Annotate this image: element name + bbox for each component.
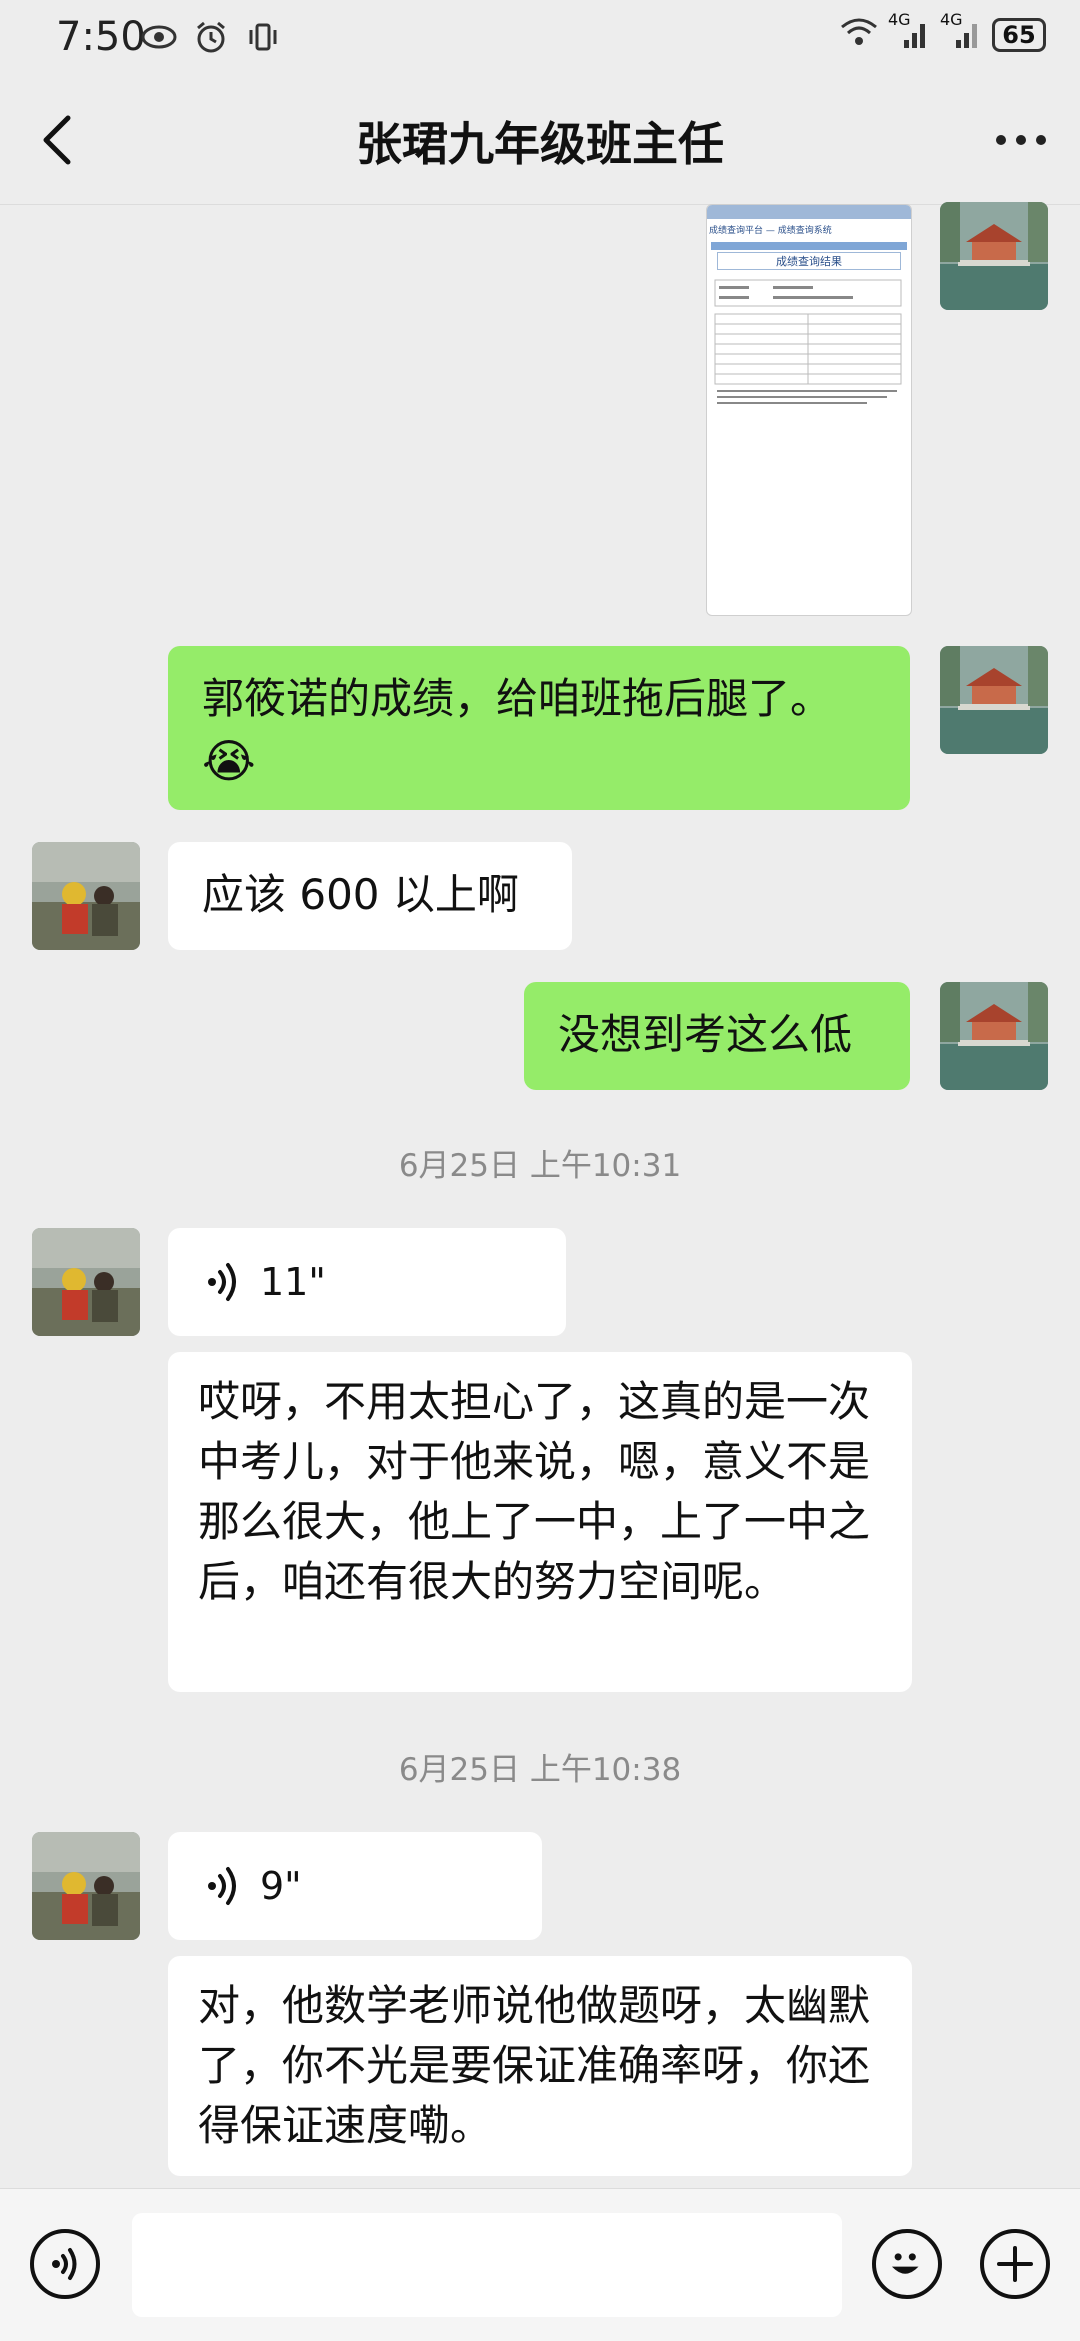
add-button[interactable] — [980, 2229, 1050, 2299]
avatar[interactable] — [940, 202, 1048, 310]
message-bubble-incoming[interactable]: 对，他数学老师说他做题呀，太幽默了，你不光是要保证准确率呀，你还得保证速度嘞。 — [168, 1956, 912, 2176]
crying-emoji-icon: 😭 — [202, 734, 256, 788]
pavilion-avatar-icon — [940, 646, 1048, 754]
people-avatar-icon — [32, 1228, 140, 1336]
message-text: 对，他数学老师说他做题呀，太幽默了，你不光是要保证准确率呀，你还得保证速度嘞。 — [198, 1981, 871, 2150]
signal-1: 4G — [888, 10, 930, 54]
image-topbar — [707, 205, 911, 219]
more-options-button[interactable] — [986, 108, 1056, 172]
status-icons — [140, 18, 282, 56]
voice-input-button[interactable] — [30, 2229, 100, 2299]
message-text: 没想到考这么低 — [558, 1010, 853, 1059]
image-card-title: 成绩查询结果 — [717, 252, 901, 270]
status-right: 4G 4G 65 — [840, 10, 1046, 54]
network-label-2: 4G — [940, 10, 963, 29]
avatar[interactable] — [32, 1832, 140, 1940]
alarm-icon — [192, 18, 230, 56]
timestamp: 6月25日 上午10:38 — [398, 1752, 682, 1788]
pavilion-avatar-icon — [940, 982, 1048, 1090]
voice-message[interactable]: 11" — [168, 1228, 566, 1336]
signal-2: 4G — [940, 10, 982, 54]
eye-icon — [140, 18, 178, 56]
timestamp: 6月25日 上午10:31 — [398, 1148, 682, 1184]
smiley-icon — [891, 2253, 919, 2274]
more-icon — [996, 135, 1006, 145]
chat-header: 张珺九年级班主任 — [0, 78, 1080, 205]
message-input[interactable] — [132, 2213, 842, 2317]
emoji-button[interactable] — [872, 2229, 942, 2299]
people-avatar-icon — [32, 1832, 140, 1940]
more-icon-dot — [1036, 135, 1046, 145]
people-avatar-icon — [32, 842, 140, 950]
battery-indicator: 65 — [992, 18, 1046, 52]
voice-message[interactable]: 9" — [168, 1832, 542, 1940]
shared-image[interactable]: 成绩查询平台 — 成绩查询系统 成绩查询结果 — [706, 204, 912, 616]
score-table-graphic — [714, 279, 902, 404]
chat-title: 张珺九年级班主任 — [356, 117, 724, 171]
status-time: 7:50 — [56, 14, 146, 60]
status-bar: 7:50 4G 4G 65 — [0, 0, 1080, 78]
vibrate-icon — [244, 18, 282, 56]
voice-duration: 9" — [260, 1864, 302, 1908]
avatar[interactable] — [940, 982, 1048, 1090]
voice-icon — [52, 2248, 77, 2280]
input-bar — [0, 2188, 1080, 2341]
more-icon-dot — [1016, 135, 1026, 145]
voice-wave-icon — [208, 1263, 236, 1301]
message-bubble-outgoing[interactable]: 没想到考这么低 — [524, 982, 910, 1090]
voice-wave-icon — [208, 1867, 236, 1905]
wifi-icon — [840, 17, 878, 53]
plus-icon — [997, 2246, 1033, 2282]
image-page-header: 成绩查询平台 — 成绩查询系统 — [709, 226, 832, 236]
voice-duration: 11" — [260, 1260, 326, 1304]
message-text: 应该 600 以上啊 — [202, 870, 519, 919]
avatar[interactable] — [32, 842, 140, 950]
avatar[interactable] — [940, 646, 1048, 754]
message-text: 郭筱诺的成绩，给咱班拖后腿了。 — [202, 674, 833, 723]
message-bubble-incoming[interactable]: 应该 600 以上啊 — [168, 842, 572, 950]
image-table — [713, 278, 905, 412]
pavilion-avatar-icon — [940, 202, 1048, 310]
message-text: 哎呀，不用太担心了，这真的是一次中考儿，对于他来说，嗯，意义不是那么很大，他上了… — [198, 1377, 871, 1606]
avatar[interactable] — [32, 1228, 140, 1336]
message-bubble-outgoing[interactable]: 郭筱诺的成绩，给咱班拖后腿了。 😭 — [168, 646, 910, 810]
network-label-1: 4G — [888, 10, 911, 29]
image-banner — [711, 242, 907, 250]
message-bubble-incoming[interactable]: 哎呀，不用太担心了，这真的是一次中考儿，对于他来说，嗯，意义不是那么很大，他上了… — [168, 1352, 912, 1692]
